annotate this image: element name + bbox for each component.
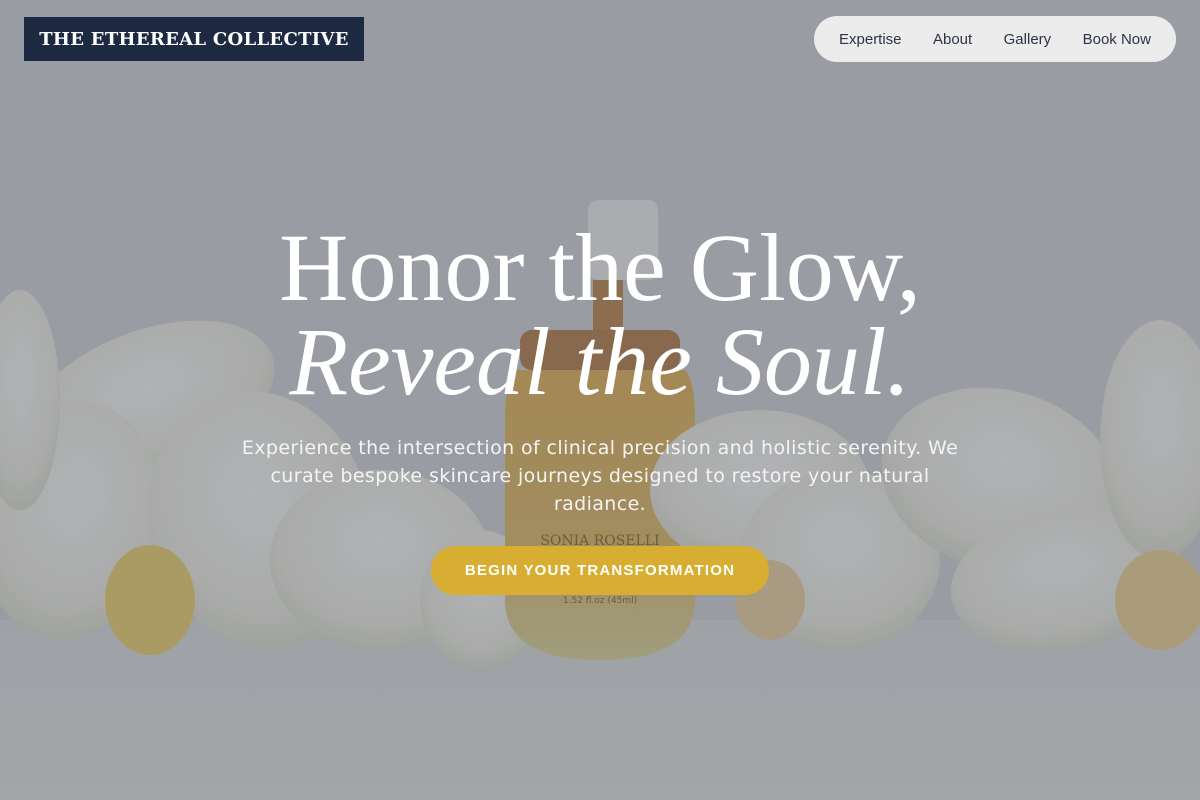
begin-transformation-button[interactable]: BEGIN YOUR TRANSFORMATION: [431, 546, 769, 595]
hero-headline-line2: Reveal the Soul.: [289, 308, 911, 415]
main-nav: Expertise About Gallery Book Now: [814, 16, 1176, 62]
brand-logo-text: THE ETHEREAL COLLECTIVE: [39, 28, 349, 50]
hero-section: SONIA ROSELLI 1.52 fl.oz (45ml) THE ETHE…: [0, 0, 1200, 800]
nav-link-book-now[interactable]: Book Now: [1083, 31, 1151, 48]
brand-logo[interactable]: THE ETHEREAL COLLECTIVE: [24, 17, 364, 61]
hero-headline: Honor the Glow, Reveal the Soul.: [0, 218, 1200, 412]
cta-label: BEGIN YOUR TRANSFORMATION: [464, 562, 736, 579]
nav-link-about[interactable]: About: [933, 31, 972, 48]
nav-link-expertise[interactable]: Expertise: [839, 31, 902, 48]
hero-subtext: Experience the intersection of clinical …: [241, 437, 959, 515]
hero-headline-line1: Honor the Glow,: [279, 214, 921, 321]
nav-link-gallery[interactable]: Gallery: [1004, 31, 1052, 48]
